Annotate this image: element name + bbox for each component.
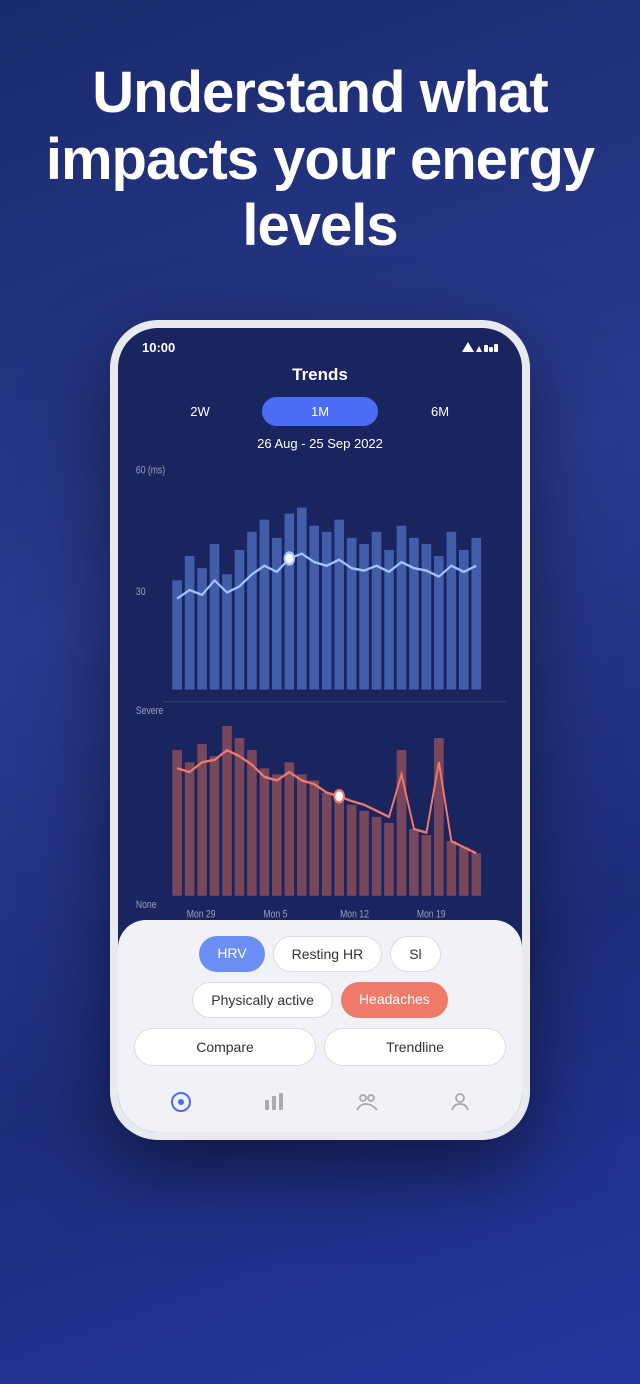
nav-bar xyxy=(134,1076,506,1124)
chip-sl[interactable]: Sl xyxy=(390,936,440,972)
status-icons xyxy=(462,342,498,354)
date-range: 26 Aug - 25 Sep 2022 xyxy=(118,436,522,451)
chip-resting-hr[interactable]: Resting HR xyxy=(273,936,383,972)
chip-headaches[interactable]: Headaches xyxy=(341,982,448,1018)
filter-row-1: HRV Resting HR Sl xyxy=(134,936,506,972)
screen-title: Trends xyxy=(118,361,522,397)
svg-text:Severe: Severe xyxy=(136,705,164,717)
chip-physically-active[interactable]: Physically active xyxy=(192,982,333,1018)
svg-text:None: None xyxy=(136,899,157,911)
filter-row-2: Physically active Headaches xyxy=(134,982,506,1018)
bottom-panel: HRV Resting HR Sl Physically active Head… xyxy=(118,920,522,1132)
chip-hrv[interactable]: HRV xyxy=(199,936,264,972)
svg-text:Mon 12: Mon 12 xyxy=(340,909,369,920)
compare-button[interactable]: Compare xyxy=(134,1028,316,1066)
status-bar: 10:00 xyxy=(118,328,522,361)
status-time: 10:00 xyxy=(142,340,175,355)
time-tabs: 2W 1M 6M xyxy=(142,397,498,426)
nav-profile[interactable] xyxy=(442,1084,478,1120)
nav-people[interactable] xyxy=(349,1084,385,1120)
svg-text:30: 30 xyxy=(136,586,146,598)
svg-text:60 (ms): 60 (ms) xyxy=(136,465,165,477)
chart-area: 60 (ms) 30 Severe None Mon 29 Mon 5 Mon … xyxy=(118,459,522,920)
trendline-button[interactable]: Trendline xyxy=(324,1028,506,1066)
nav-chart[interactable] xyxy=(256,1084,292,1120)
svg-text:Mon 5: Mon 5 xyxy=(263,909,287,920)
hero-section: Understand what impacts your energy leve… xyxy=(0,0,640,300)
screen-content: Trends 2W 1M 6M 26 Aug - 25 Sep 2022 60 … xyxy=(118,361,522,1132)
nav-home[interactable] xyxy=(163,1084,199,1120)
svg-text:Mon 29: Mon 29 xyxy=(187,909,216,920)
svg-text:Mon 19: Mon 19 xyxy=(417,909,446,920)
phone-wrapper: 10:00 Trends 2W 1M 6M 26 Aug - 25 Sep 20… xyxy=(0,320,640,1140)
action-row: Compare Trendline xyxy=(134,1028,506,1066)
tab-1m[interactable]: 1M xyxy=(262,397,378,426)
phone-frame: 10:00 Trends 2W 1M 6M 26 Aug - 25 Sep 20… xyxy=(110,320,530,1140)
hero-title: Understand what impacts your energy leve… xyxy=(40,60,600,260)
tab-2w[interactable]: 2W xyxy=(142,397,258,426)
tab-6m[interactable]: 6M xyxy=(382,397,498,426)
